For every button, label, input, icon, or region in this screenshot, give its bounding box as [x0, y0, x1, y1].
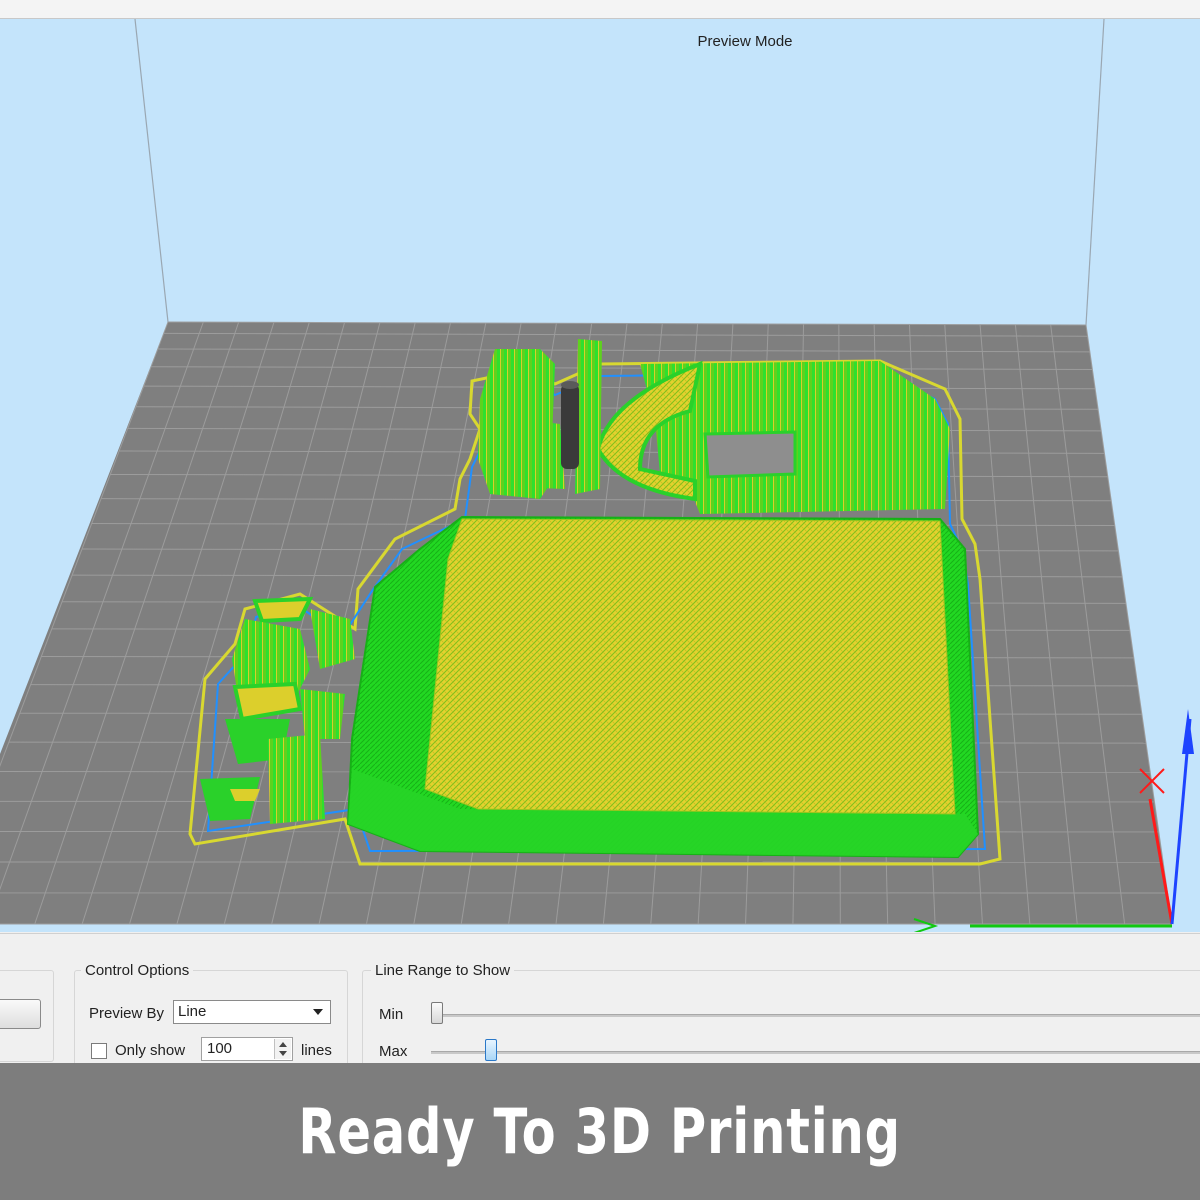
lines-label: lines: [301, 1042, 332, 1059]
min-slider-track: [431, 1014, 1200, 1017]
min-label: Min: [379, 1006, 404, 1023]
only-show-label: Only show: [115, 1042, 186, 1059]
only-show-spinbox[interactable]: 100: [201, 1037, 293, 1061]
max-label: Max: [379, 1043, 408, 1060]
line-range-group: Line Range to Show Min Max: [362, 962, 1200, 1070]
only-show-checkbox[interactable]: [91, 1043, 107, 1059]
min-slider-thumb[interactable]: [431, 1002, 443, 1024]
chevron-down-icon: [313, 1009, 323, 1015]
max-slider-track: [431, 1051, 1200, 1054]
spin-arrows-icon[interactable]: [274, 1039, 291, 1059]
preview-by-value: Line: [178, 1003, 207, 1020]
control-options-group: Control Options Preview By Line Only sho…: [74, 962, 348, 1070]
promo-banner: Ready To 3D Printing: [0, 1063, 1200, 1200]
line-range-title: Line Range to Show: [371, 962, 515, 979]
nozzle-icon: [561, 384, 579, 469]
support-pillars-left: [478, 339, 602, 499]
preview-by-select[interactable]: Line: [173, 1000, 331, 1024]
left-group: e: [0, 970, 54, 1097]
control-options-title: Control Options: [81, 962, 194, 979]
window-top-bar: [0, 0, 1200, 19]
max-slider-thumb[interactable]: [485, 1039, 497, 1061]
only-show-value: 100: [207, 1040, 233, 1057]
main-part-infill: [424, 518, 956, 815]
control-panel: e Control Options Preview By Line Only s…: [0, 933, 1200, 1097]
3d-preview-viewport[interactable]: Preview Mode: [0, 19, 1200, 932]
banner-text: Ready To 3D Printing: [298, 1095, 902, 1168]
partial-button[interactable]: e: [0, 999, 41, 1029]
print-bed-scene: [0, 19, 1194, 932]
preview-by-label: Preview By: [89, 1005, 165, 1022]
preview-mode-label: Preview Mode: [697, 33, 793, 50]
